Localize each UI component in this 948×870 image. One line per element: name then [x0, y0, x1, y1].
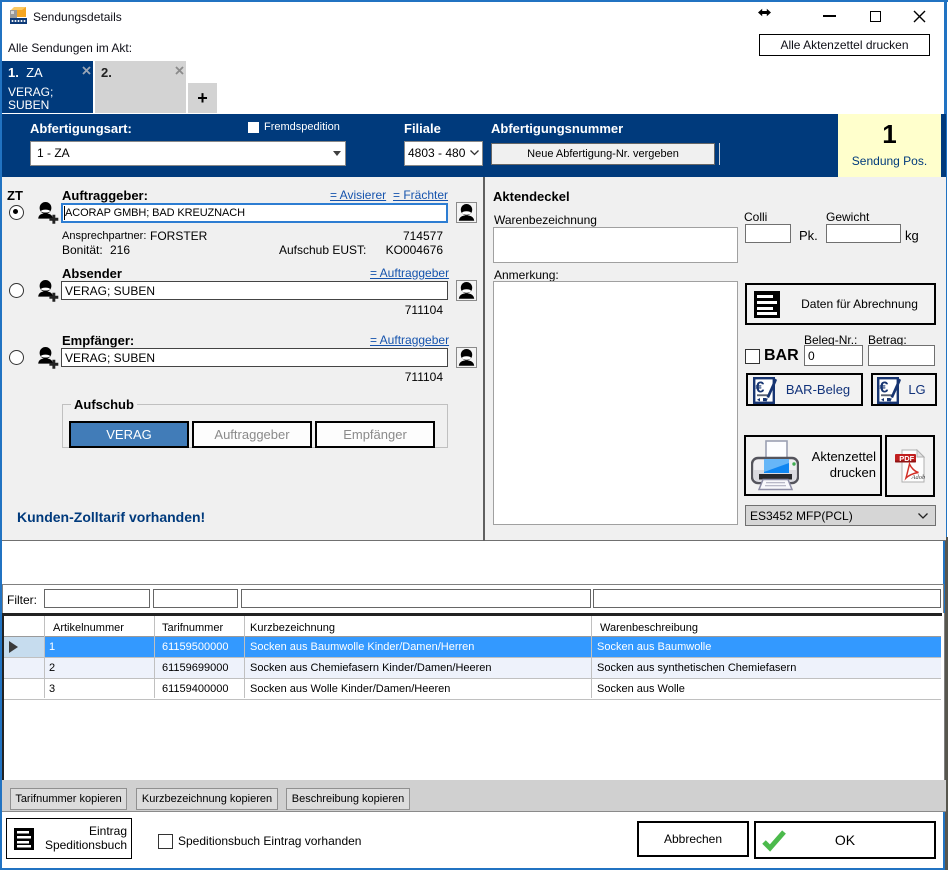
svg-text:PDF: PDF	[899, 454, 914, 463]
svg-text:€: €	[880, 380, 889, 397]
svg-text:€: €	[756, 380, 765, 397]
svg-text:Adobe: Adobe	[911, 474, 926, 481]
